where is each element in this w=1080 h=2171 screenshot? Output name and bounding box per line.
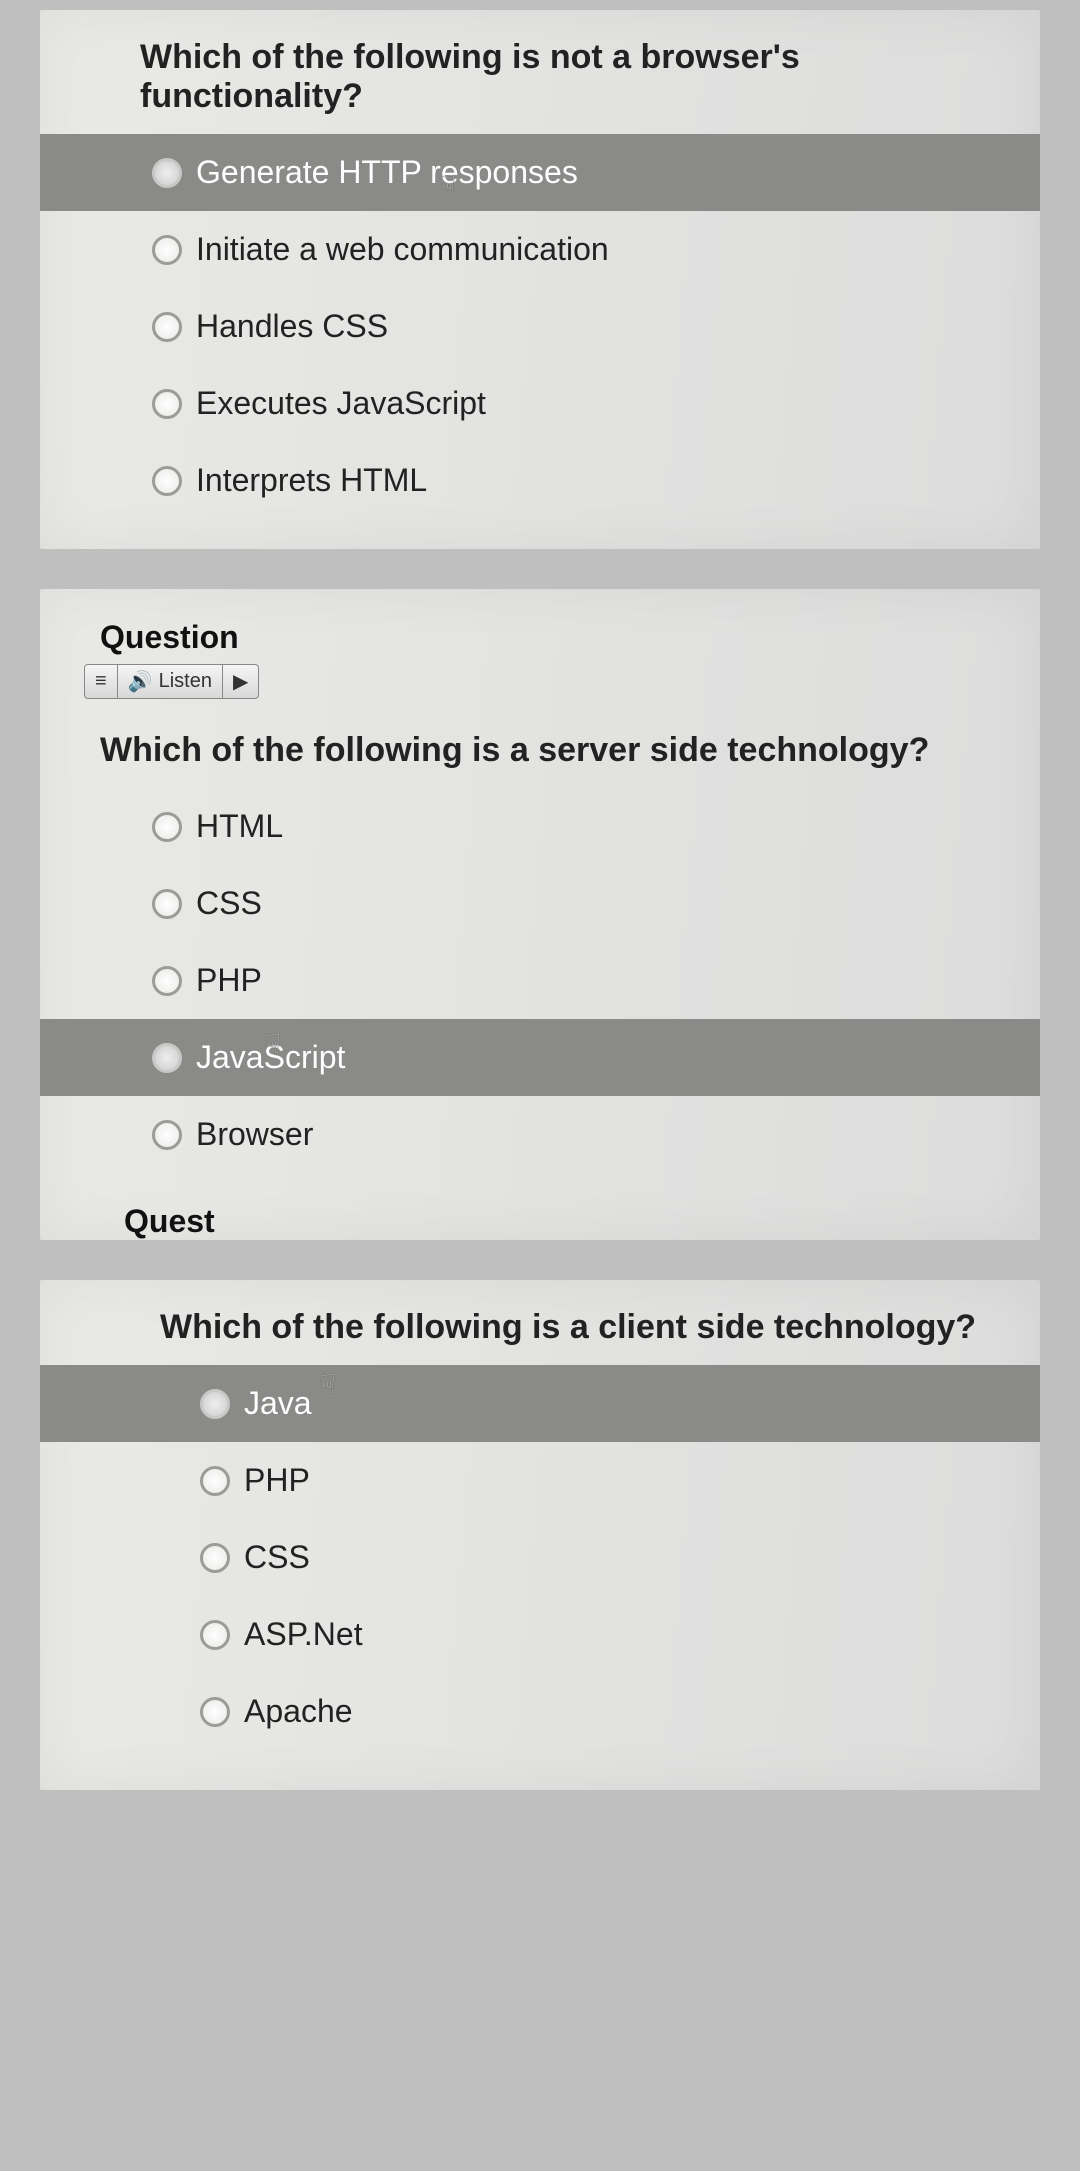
radio-icon: [152, 812, 182, 842]
option-html[interactable]: HTML: [40, 788, 1040, 865]
question-prompt: Which of the following is a client side …: [40, 1280, 1040, 1365]
radio-icon: [200, 1697, 230, 1727]
speaker-icon: 🔊: [128, 669, 153, 694]
radio-icon: [152, 312, 182, 342]
listen-toolbar: ≡ 🔊 Listen ▶: [84, 664, 1040, 699]
options-list: HTML CSS PHP JavaScript ☟ Browser: [40, 788, 1040, 1173]
option-css[interactable]: CSS: [40, 865, 1040, 942]
radio-icon: [200, 1466, 230, 1496]
radio-icon: [152, 389, 182, 419]
option-executes-js[interactable]: Executes JavaScript: [40, 365, 1040, 442]
option-label: Initiate a web communication: [196, 231, 609, 268]
option-handles-css[interactable]: Handles CSS: [40, 288, 1040, 365]
radio-icon: [200, 1620, 230, 1650]
option-label: CSS: [244, 1539, 310, 1576]
hand-cursor-icon: ☟: [265, 1029, 281, 1060]
option-label: Generate HTTP responses: [196, 154, 578, 191]
option-label: Apache: [244, 1693, 353, 1730]
radio-icon: [152, 158, 182, 188]
option-label: Browser: [196, 1116, 313, 1153]
question-card-2: Question ≡ 🔊 Listen ▶ Which of the follo…: [40, 589, 1040, 1240]
option-initiate-web[interactable]: Initiate a web communication: [40, 211, 1040, 288]
question-prompt: Which of the following is a server side …: [40, 713, 1040, 788]
option-label: Executes JavaScript: [196, 385, 486, 422]
play-button[interactable]: ▶: [223, 664, 259, 699]
options-list: Java ☟ PHP CSS ASP.Net Apache: [40, 1365, 1040, 1750]
option-label: Interprets HTML: [196, 462, 427, 499]
option-aspnet[interactable]: ASP.Net: [40, 1596, 1040, 1673]
option-php[interactable]: PHP: [40, 942, 1040, 1019]
radio-icon: [200, 1543, 230, 1573]
option-css[interactable]: CSS: [40, 1519, 1040, 1596]
radio-icon: [152, 966, 182, 996]
option-label: PHP: [244, 1462, 310, 1499]
option-generate-http[interactable]: Generate HTTP responses ☟: [40, 134, 1040, 211]
option-label: Java: [244, 1385, 312, 1422]
question-prompt: Which of the following is not a browser'…: [40, 10, 1040, 134]
option-javascript[interactable]: JavaScript ☟: [40, 1019, 1040, 1096]
radio-icon: [152, 889, 182, 919]
option-label: ASP.Net: [244, 1616, 363, 1653]
option-java[interactable]: Java ☟: [40, 1365, 1040, 1442]
next-question-label: Quest: [40, 1173, 1040, 1240]
hand-cursor-icon: ☟: [320, 1369, 336, 1400]
radio-icon: [152, 1043, 182, 1073]
radio-icon: [152, 1120, 182, 1150]
option-interprets-html[interactable]: Interprets HTML: [40, 442, 1040, 519]
radio-icon: [200, 1389, 230, 1419]
question-card-1: Which of the following is not a browser'…: [40, 10, 1040, 549]
listen-button[interactable]: 🔊 Listen: [118, 664, 223, 699]
hand-cursor-icon: ☟: [440, 170, 456, 201]
option-browser[interactable]: Browser: [40, 1096, 1040, 1173]
question-title: Question: [40, 589, 1040, 656]
option-label: HTML: [196, 808, 283, 845]
option-label: Handles CSS: [196, 308, 388, 345]
listen-label: Listen: [159, 670, 212, 693]
option-label: PHP: [196, 962, 262, 999]
radio-icon: [152, 235, 182, 265]
option-label: CSS: [196, 885, 262, 922]
option-apache[interactable]: Apache: [40, 1673, 1040, 1750]
question-card-3: Which of the following is a client side …: [40, 1280, 1040, 1790]
menu-icon[interactable]: ≡: [84, 664, 118, 699]
radio-icon: [152, 466, 182, 496]
option-php[interactable]: PHP: [40, 1442, 1040, 1519]
options-list: Generate HTTP responses ☟ Initiate a web…: [40, 134, 1040, 519]
